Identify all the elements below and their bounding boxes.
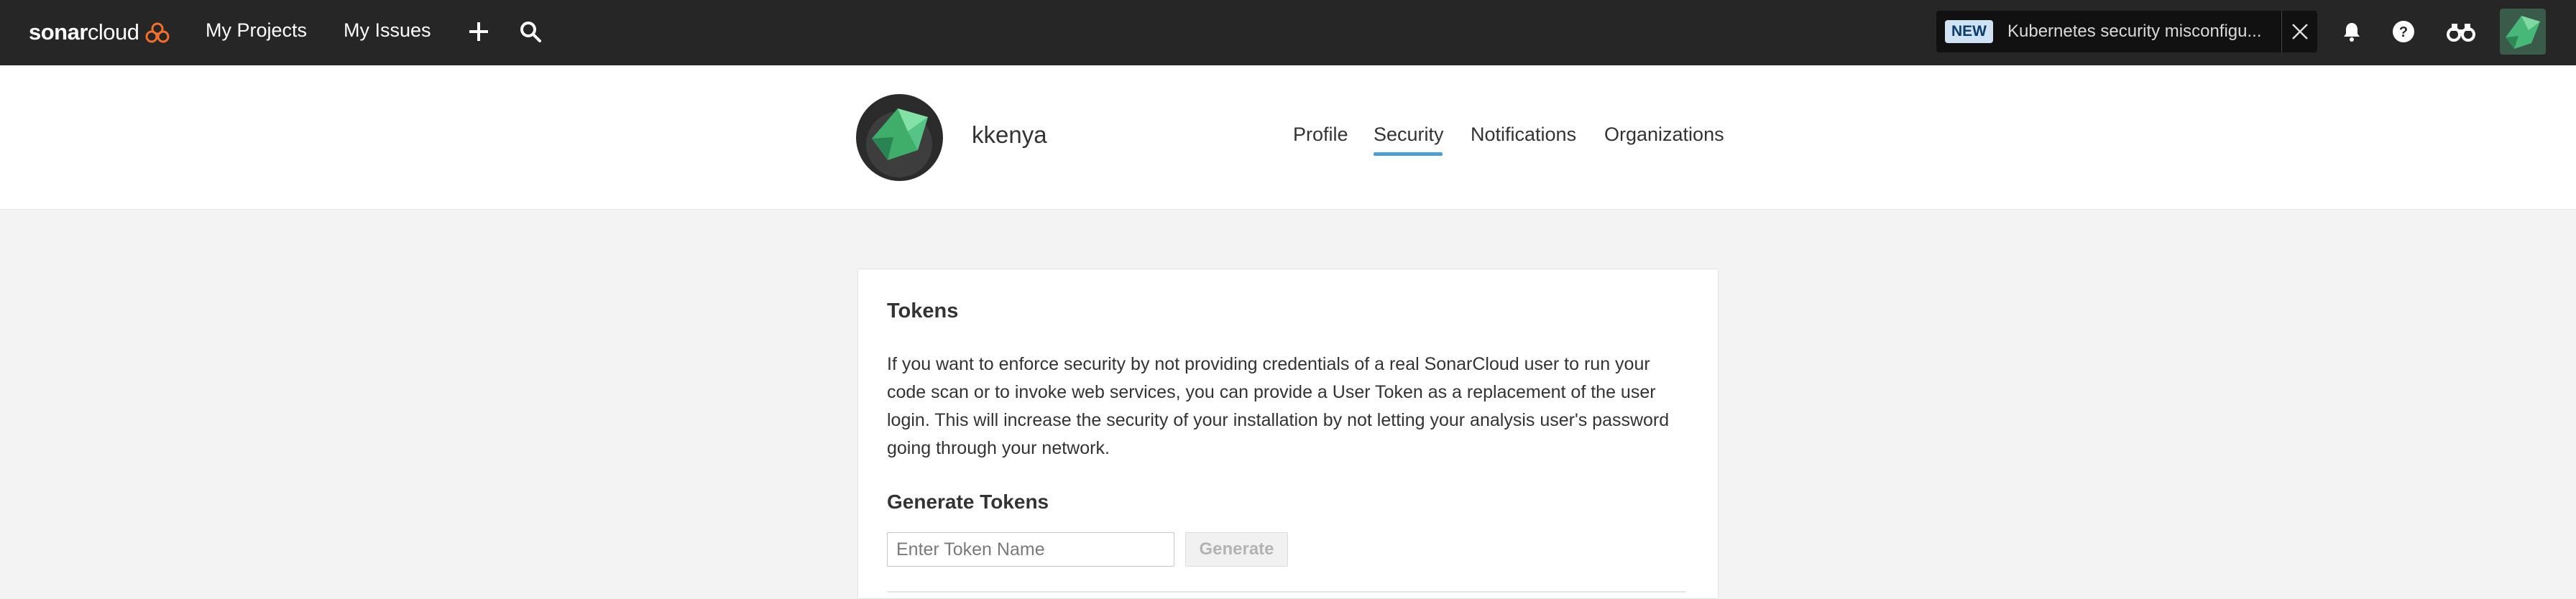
logo-text: sonarcloud xyxy=(29,19,139,45)
sonarcloud-logo[interactable]: sonarcloud xyxy=(29,17,170,47)
tab-security[interactable]: Security xyxy=(1374,124,1444,146)
bell-icon[interactable] xyxy=(2337,17,2366,46)
binoculars-icon[interactable] xyxy=(2447,17,2475,46)
active-tab-indicator xyxy=(1374,152,1443,156)
generate-tokens-title: Generate Tokens xyxy=(887,491,1049,513)
generate-button[interactable]: Generate xyxy=(1185,532,1288,567)
tab-organizations[interactable]: Organizations xyxy=(1604,124,1724,146)
top-navbar: sonarcloud My Projects My Issues NEW Kub… xyxy=(0,0,2576,65)
nav-my-projects[interactable]: My Projects xyxy=(206,19,307,42)
help-icon[interactable]: ? xyxy=(2389,17,2418,46)
tokens-description: If you want to enforce security by not p… xyxy=(887,354,1670,458)
plus-icon[interactable] xyxy=(464,17,493,46)
username: kkenya xyxy=(972,121,1047,148)
tab-notifications[interactable]: Notifications xyxy=(1471,124,1576,146)
token-name-input[interactable] xyxy=(887,532,1174,567)
search-icon[interactable] xyxy=(516,17,545,46)
divider xyxy=(887,591,1686,593)
tokens-card: Tokens If you want to enforce security b… xyxy=(857,269,1719,599)
user-avatar[interactable] xyxy=(2500,9,2546,55)
profile-avatar xyxy=(856,94,943,181)
profile-header: kkenya Profile Security Notifications Or… xyxy=(0,65,2576,210)
news-notice[interactable]: NEW Kubernetes security misconfigu... xyxy=(1936,11,2317,52)
tab-profile[interactable]: Profile xyxy=(1293,124,1348,146)
nav-my-issues[interactable]: My Issues xyxy=(344,19,431,42)
notice-text[interactable]: Kubernetes security misconfigu... xyxy=(2007,22,2273,42)
new-badge: NEW xyxy=(1945,20,1993,43)
svg-text:?: ? xyxy=(2399,24,2408,40)
logo-mark-icon xyxy=(145,22,170,43)
close-icon[interactable] xyxy=(2281,11,2317,52)
tokens-title: Tokens xyxy=(887,300,959,322)
